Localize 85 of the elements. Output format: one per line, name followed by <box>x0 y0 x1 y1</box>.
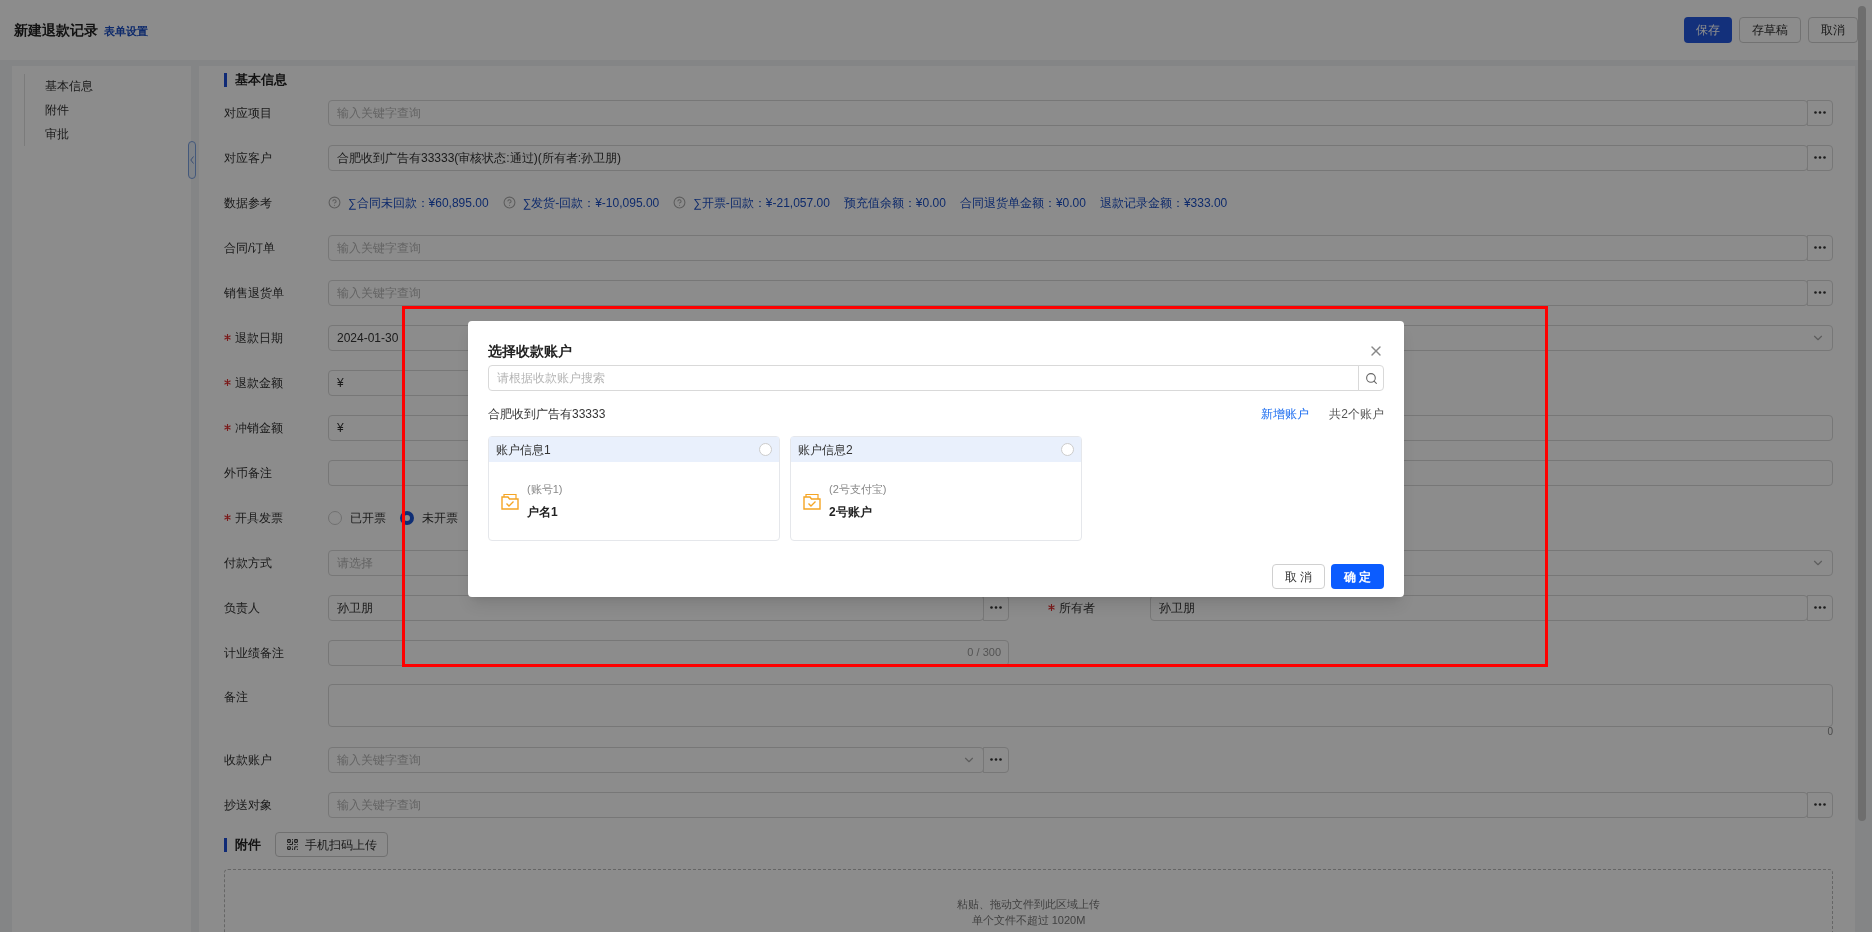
reference-value: 合同退货单金额：¥0.00 <box>959 194 1086 212</box>
required-icon <box>1048 604 1055 611</box>
account-name: 户名1 <box>527 504 559 522</box>
account-card[interactable]: 账户信息1 (账号1) 户名1 <box>488 436 780 541</box>
input-field[interactable]: 孙卫朋 <box>1150 595 1808 621</box>
section-title: 基本信息 <box>235 71 287 90</box>
ellipsis-icon <box>1814 111 1826 114</box>
field-label: 负责人 <box>224 599 260 617</box>
field-label: 销售退货单 <box>224 284 284 302</box>
confirm-button[interactable]: 确 定 <box>1331 564 1384 589</box>
ellipsis-icon <box>1814 606 1826 609</box>
field-label: 抄送对象 <box>224 796 272 814</box>
chevron-left-icon <box>190 156 194 164</box>
nav-item[interactable]: 审批 <box>25 122 191 146</box>
scan-upload-button[interactable]: 手机扫码上传 <box>275 832 388 857</box>
field-label: 退款日期 <box>235 329 283 347</box>
folder-check-icon <box>501 492 519 510</box>
field-label: 计业绩备注 <box>224 644 284 662</box>
toolbar-button[interactable]: 存草稿 <box>1739 17 1801 43</box>
field-label: 外币备注 <box>224 464 272 482</box>
radio-label: 未开票 <box>422 509 458 527</box>
ellipsis-icon <box>1814 291 1826 294</box>
help-icon[interactable] <box>328 196 341 209</box>
scrollbar-thumb[interactable] <box>1858 6 1866 821</box>
ellipsis-icon <box>1814 246 1826 249</box>
ellipsis-icon <box>990 758 1002 761</box>
nav-item[interactable]: 附件 <box>25 98 191 122</box>
char-counter: 0 <box>1827 727 1833 737</box>
form-settings-link[interactable]: 表单设置 <box>104 22 148 39</box>
account-card-title: 账户信息2 <box>798 441 853 459</box>
help-icon[interactable] <box>502 196 516 209</box>
account-number: (2号支付宝) <box>829 481 887 497</box>
reference-value: 预充值余额：¥0.00 <box>843 194 946 212</box>
folder-check-icon <box>803 492 821 510</box>
account-count: 共2个账户 <box>1329 406 1384 423</box>
ellipsis-icon <box>1814 803 1826 806</box>
dialog-title: 选择收款账户 <box>488 341 572 361</box>
section-title: 附件 <box>235 835 261 854</box>
cancel-button[interactable]: 取 消 <box>1272 564 1325 589</box>
input-field[interactable]: 孙卫朋 <box>328 595 984 621</box>
search-icon <box>1364 371 1378 385</box>
field-label: 退款金额 <box>235 374 283 392</box>
search-field[interactable]: 请根据收款账户搜索 <box>488 365 1359 391</box>
nav-item[interactable]: 基本信息 <box>25 74 191 98</box>
section-marker <box>224 73 227 87</box>
field-label: 合同/订单 <box>224 239 276 257</box>
qr-code-icon <box>286 838 299 851</box>
field-label: 对应客户 <box>224 149 272 167</box>
field-label: 收款账户 <box>224 751 272 769</box>
field-label: 数据参考 <box>224 194 272 212</box>
required-icon <box>224 424 231 431</box>
field-label: 所有者 <box>1059 599 1095 617</box>
field-label: 付款方式 <box>224 554 272 572</box>
reference-value: ∑开票-回款：¥-21,057.00 <box>693 194 830 212</box>
account-number: (账号1) <box>527 481 563 497</box>
upload-dropzone[interactable]: 粘贴、拖动文件到此区域上传 单个文件不超过 1020M <box>224 869 1833 932</box>
reference-value: 退款记录金额：¥333.00 <box>1099 194 1228 212</box>
collapse-handle[interactable] <box>188 141 196 179</box>
field-label: 冲销金额 <box>235 419 283 437</box>
required-icon <box>224 379 231 386</box>
search-button[interactable] <box>1358 365 1384 391</box>
input-field[interactable]: 合肥收到广告有33333(审核状态:通过)(所有者:孙卫朋) <box>328 145 1808 171</box>
customer-name: 合肥收到广告有33333 <box>488 406 606 423</box>
account-card-title: 账户信息1 <box>496 441 551 459</box>
reference-value: ∑合同未回款：¥60,895.00 <box>348 194 489 212</box>
reference-value: ∑发货-回款：¥-10,095.00 <box>522 194 660 212</box>
ellipsis-icon <box>1814 156 1826 159</box>
radio-label: 已开票 <box>350 509 386 527</box>
account-name: 2号账户 <box>829 504 873 522</box>
dropzone-text: 粘贴、拖动文件到此区域上传 <box>957 897 1100 912</box>
add-account-link[interactable]: 新增账户 <box>1261 405 1310 423</box>
account-card[interactable]: 账户信息2 (2号支付宝) 2号账户 <box>790 436 1082 541</box>
ellipsis-icon <box>990 606 1002 609</box>
page-title: 新建退款记录 <box>14 20 98 40</box>
input-field[interactable] <box>328 639 1009 666</box>
help-icon[interactable] <box>673 196 687 209</box>
section-marker <box>224 837 227 852</box>
toolbar-button[interactable]: 取消 <box>1808 17 1858 43</box>
field-label: 备注 <box>224 689 248 706</box>
required-icon <box>224 514 231 521</box>
save-button[interactable]: 保存 <box>1684 17 1732 43</box>
field-label: 开具发票 <box>235 509 283 527</box>
required-icon <box>224 334 231 341</box>
dropzone-limit-text: 单个文件不超过 1020M <box>971 913 1086 928</box>
field-label: 对应项目 <box>224 104 272 122</box>
